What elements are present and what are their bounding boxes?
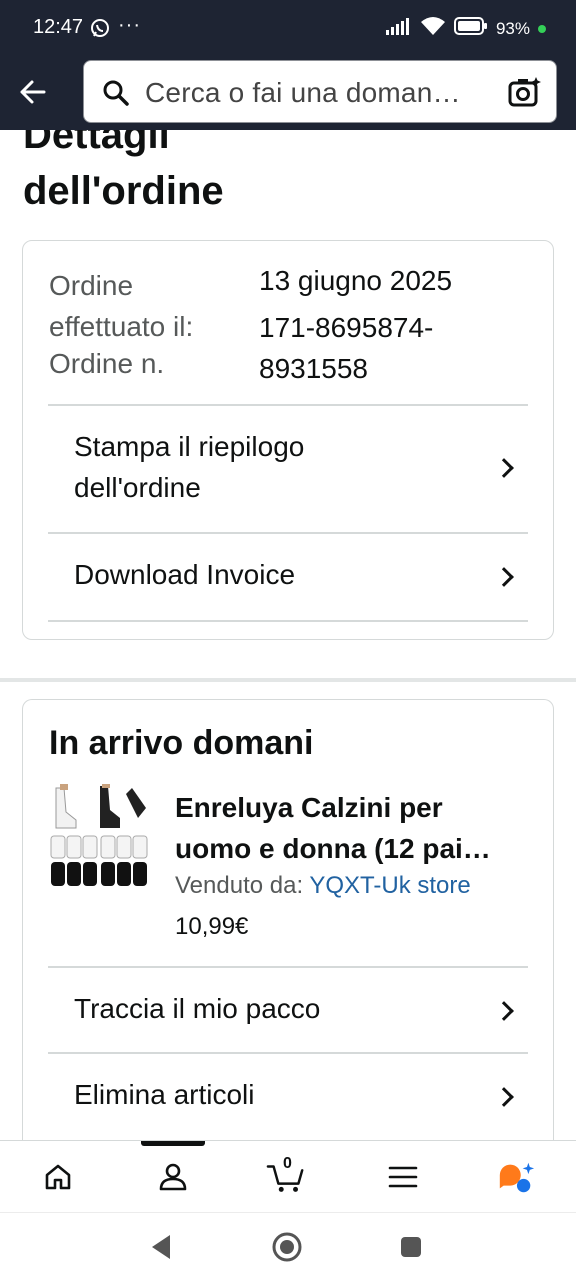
product-price: 10,99€ <box>175 913 249 940</box>
chevron-right-icon <box>494 1087 514 1107</box>
download-invoice-label: Download Invoice <box>74 559 296 590</box>
nav-home[interactable] <box>38 1157 78 1197</box>
order-placed-label: Ordine effettuato il: <box>49 270 194 342</box>
order-info-card: Ordine effettuato il: 13 giugno 2025 Ord… <box>22 240 554 640</box>
home-icon <box>45 1164 71 1190</box>
status-icons: 93% <box>385 16 546 41</box>
download-invoice-row[interactable]: Download Invoice <box>23 534 553 620</box>
print-summary-label: Stampa il riepilogo dell'ordine <box>74 431 305 503</box>
search-input[interactable]: Cerca o fai una doman… <box>83 60 557 123</box>
section-separator <box>0 678 576 682</box>
home-circle-icon <box>272 1232 302 1262</box>
search-header: Cerca o fai una doman… <box>0 60 576 130</box>
back-triangle-icon <box>152 1235 170 1259</box>
recents-square-icon <box>401 1237 421 1257</box>
delete-items-row[interactable]: Elimina articoli <box>23 1054 553 1138</box>
camera-search-icon[interactable] <box>508 75 542 114</box>
track-package-row[interactable]: Traccia il mio pacco <box>23 968 553 1052</box>
track-package-label: Traccia il mio pacco <box>74 993 321 1024</box>
account-icon <box>159 1163 187 1191</box>
chevron-right-icon <box>494 567 514 587</box>
status-time: 12:47 <box>33 16 84 38</box>
nav-account[interactable] <box>153 1157 193 1197</box>
print-summary-row[interactable]: Stampa il riepilogo dell'ordine <box>23 406 553 532</box>
battery-icon <box>453 17 488 40</box>
rufus-assistant-icon <box>499 1162 535 1193</box>
chevron-right-icon <box>494 1001 514 1021</box>
back-button[interactable] <box>14 72 54 112</box>
system-back-button[interactable] <box>148 1233 172 1266</box>
order-number-value: 171-8695874- 8931558 <box>259 312 434 384</box>
system-recents-button[interactable] <box>399 1235 423 1264</box>
nav-cart[interactable]: 0 <box>266 1155 306 1197</box>
order-placed-date: 13 giugno 2025 <box>259 265 453 296</box>
delivery-status: In arrivo domani <box>49 724 314 762</box>
more-notifications-icon: ··· <box>118 14 141 36</box>
page-title-container: Dettagli dell'ordine <box>0 130 576 230</box>
charging-dot <box>538 24 546 33</box>
search-placeholder: Cerca o fai una doman… <box>145 77 461 108</box>
signal-icon <box>385 17 412 40</box>
chevron-right-icon <box>494 458 514 478</box>
page-title: Dettagli dell'ordine <box>23 130 224 213</box>
menu-icon <box>388 1166 418 1188</box>
back-arrow-icon <box>20 80 46 104</box>
whatsapp-icon <box>90 18 110 43</box>
product-image[interactable] <box>50 784 150 894</box>
nav-menu[interactable] <box>383 1157 423 1197</box>
seller-link[interactable]: YQXT-Uk store <box>309 872 470 899</box>
system-navigation-bar <box>0 1212 576 1280</box>
battery-level: 93% <box>495 18 530 38</box>
nav-rufus[interactable] <box>496 1157 536 1197</box>
divider <box>48 620 528 622</box>
system-home-button[interactable] <box>271 1231 303 1268</box>
shipment-card: In arrivo domani Enreluya Calzini per uo… <box>22 699 554 1159</box>
search-icon <box>102 79 130 112</box>
product-title[interactable]: Enreluya Calzini per uomo e donna (12 pa… <box>175 787 535 869</box>
active-tab-indicator <box>141 1141 205 1146</box>
status-bar: 12:47 ··· 93% <box>0 0 576 60</box>
bottom-navigation: 0 <box>0 1140 576 1212</box>
delete-items-label: Elimina articoli <box>74 1079 255 1110</box>
cart-count: 0 <box>283 1155 292 1172</box>
wifi-icon <box>420 16 446 41</box>
sold-by: Venduto da: YQXT-Uk store <box>175 872 471 899</box>
order-number-label: Ordine n. <box>49 348 165 379</box>
